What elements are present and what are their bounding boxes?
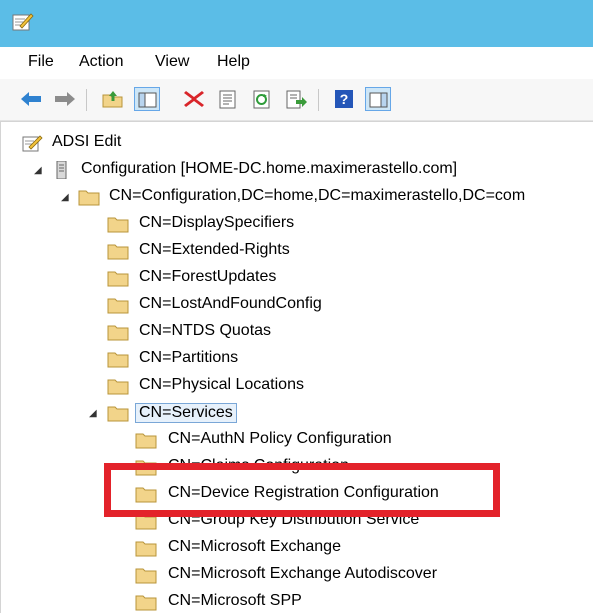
folder-icon xyxy=(135,433,157,449)
tree-item-label: CN=NTDS Quotas xyxy=(139,322,272,339)
folder-icon xyxy=(107,298,129,314)
svg-text:?: ? xyxy=(340,91,349,107)
folder-icon xyxy=(107,352,129,368)
menu-file[interactable]: File xyxy=(28,53,54,71)
tree-item-label: CN=Microsoft Exchange xyxy=(168,538,341,555)
tree-item[interactable]: CN=NTDS Quotas xyxy=(1,319,593,346)
expanded-arrow-icon[interactable]: ◢ xyxy=(34,165,44,176)
highlight-box xyxy=(104,463,500,517)
tree-item[interactable]: CN=Extended-Rights xyxy=(1,238,593,265)
show-hide-action-pane-icon[interactable] xyxy=(365,87,391,111)
adsi-edit-app-icon[interactable] xyxy=(12,12,34,32)
folder-icon xyxy=(135,541,157,557)
tree-item-label: CN=Microsoft SPP xyxy=(168,592,302,609)
folder-icon xyxy=(107,379,129,395)
tree-item-label: CN=AuthN Policy Configuration xyxy=(168,430,392,447)
expanded-arrow-icon[interactable]: ◢ xyxy=(61,192,71,203)
menu-view[interactable]: View xyxy=(155,53,189,71)
folder-icon xyxy=(135,568,157,584)
tree-item-configuration-cn[interactable]: ◢ CN=Configuration,DC=home,DC=maximerast… xyxy=(1,184,593,211)
toolbar-separator xyxy=(86,89,87,111)
folder-icon xyxy=(107,244,129,260)
folder-icon xyxy=(78,190,100,206)
export-list-icon[interactable] xyxy=(283,87,309,111)
expanded-arrow-icon[interactable]: ◢ xyxy=(89,408,99,419)
properties-icon[interactable] xyxy=(215,87,241,111)
refresh-icon[interactable] xyxy=(249,87,275,111)
menu-help[interactable]: Help xyxy=(217,53,250,71)
folder-icon xyxy=(135,595,157,611)
tree-item[interactable]: CN=Physical Locations xyxy=(1,373,593,400)
delete-icon[interactable] xyxy=(181,87,207,111)
tree-item[interactable]: CN=Microsoft Exchange xyxy=(1,535,593,562)
tree-item-label: CN=Configuration,DC=home,DC=maximerastel… xyxy=(109,187,526,204)
folder-icon xyxy=(107,217,129,233)
tree-item[interactable]: CN=LostAndFoundConfig xyxy=(1,292,593,319)
server-icon xyxy=(56,161,67,179)
tree-item[interactable]: CN=Microsoft Exchange Autodiscover xyxy=(1,562,593,589)
up-folder-icon[interactable] xyxy=(100,87,126,111)
tree-item-label: CN=ForestUpdates xyxy=(139,268,277,285)
tree-item-label: CN=LostAndFoundConfig xyxy=(139,295,322,312)
tree-item[interactable]: CN=ForestUpdates xyxy=(1,265,593,292)
tree-item-label: CN=Extended-Rights xyxy=(139,241,290,258)
tree-item-label: CN=Physical Locations xyxy=(139,376,304,393)
menu-bar: File Action View Help xyxy=(0,47,593,79)
forward-arrow-icon[interactable] xyxy=(52,87,78,111)
help-icon[interactable]: ? xyxy=(331,87,357,111)
tree-item-label: CN=DisplaySpecifiers xyxy=(139,214,295,231)
toolbar: ? xyxy=(0,79,593,121)
back-arrow-icon[interactable] xyxy=(18,87,44,111)
tree-item-label: CN=Partitions xyxy=(139,349,239,366)
folder-icon xyxy=(107,271,129,287)
title-bar xyxy=(0,0,593,47)
tree-item-label: CN=Microsoft Exchange Autodiscover xyxy=(168,565,438,582)
adsi-edit-icon xyxy=(22,135,43,152)
folder-icon xyxy=(107,406,129,422)
toolbar-separator xyxy=(318,89,319,111)
menu-action[interactable]: Action xyxy=(79,53,123,71)
tree-item-adsi-edit[interactable]: ADSI Edit xyxy=(1,130,593,157)
tree-item[interactable]: CN=DisplaySpecifiers xyxy=(1,211,593,238)
tree-item[interactable]: CN=Partitions xyxy=(1,346,593,373)
tree-item-label: Configuration [HOME-DC.home.maximerastel… xyxy=(81,160,458,177)
folder-icon xyxy=(107,325,129,341)
tree-item-label: ADSI Edit xyxy=(52,133,122,150)
tree-item[interactable]: CN=AuthN Policy Configuration xyxy=(1,427,593,454)
tree-item-configuration[interactable]: ◢ Configuration [HOME-DC.home.maximerast… xyxy=(1,157,593,184)
show-hide-tree-icon[interactable] xyxy=(134,87,160,111)
tree-item-label-selected: CN=Services xyxy=(135,403,237,423)
tree-item[interactable]: CN=Microsoft SPP xyxy=(1,589,593,613)
tree-item-services[interactable]: ◢ CN=Services xyxy=(1,400,593,427)
tree-view[interactable]: ADSI Edit ◢ Configuration [HOME-DC.home.… xyxy=(0,121,593,613)
